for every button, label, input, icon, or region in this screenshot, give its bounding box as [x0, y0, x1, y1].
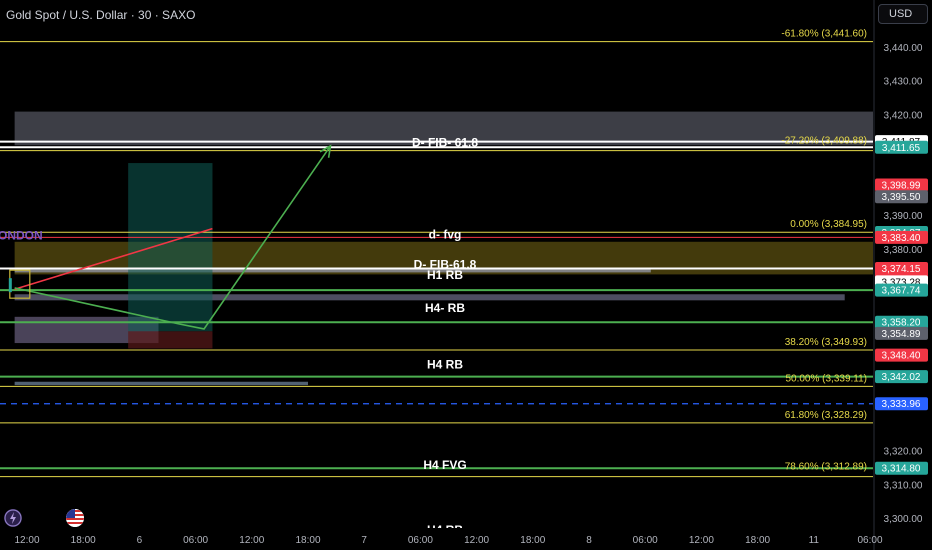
time-tick-label: 11 [809, 535, 820, 546]
price-badge-text: 3,348.40 [882, 351, 921, 362]
time-tick-label: 18:00 [520, 535, 545, 546]
price-badge-text: 3,342.02 [882, 372, 921, 383]
time-tick-label: 18:00 [71, 535, 96, 546]
price-tick-label: 3,300.00 [884, 514, 923, 525]
fib-label: 0.00% (3,384.95) [790, 219, 867, 230]
session-label: ONDON [0, 229, 43, 243]
zone-label: D- FIB- 61.8 [412, 136, 478, 150]
price-badge-text: 3,367.74 [882, 286, 921, 297]
fib-label: 78.60% (3,312.89) [785, 462, 867, 473]
zones-layer [14, 111, 874, 386]
time-tick-label: 7 [361, 535, 367, 546]
zone-label: H4- RB [425, 301, 465, 315]
zone-rect-2 [14, 269, 651, 273]
us-flag-icon[interactable] [66, 509, 84, 527]
time-tick-label: 12:00 [239, 535, 264, 546]
price-tick-label: 3,310.00 [884, 480, 923, 491]
lightning-icon[interactable] [4, 509, 22, 527]
price-axis[interactable]: 3,440.00 3,430.00 3,420.00 3,390.00 3,380.00… [873, 0, 932, 550]
zone-rect-6 [128, 163, 213, 332]
price-badge-text: 3,333.96 [882, 399, 921, 410]
zone-rect-7 [128, 331, 213, 349]
fib-label: 50.00% (3,339.11) [785, 373, 867, 384]
price-tick-label: 3,320.00 [884, 447, 923, 458]
price-badge-text: 3,354.89 [882, 329, 921, 340]
price-badge-text: 3,314.80 [882, 464, 921, 475]
time-tick-label: 8 [586, 535, 592, 546]
price-chart[interactable]: D- FIB- 61.8d- fvgD- FIB-61.8H1 RBH4- RB… [0, 0, 932, 550]
zone-label: H4 RB [427, 357, 463, 371]
price-tick-label: 3,440.00 [884, 43, 923, 54]
price-badge-text: 3,411.65 [882, 143, 921, 154]
time-tick-label: 06:00 [633, 535, 658, 546]
price-tick-label: 3,430.00 [884, 77, 923, 88]
price-badge-text: 3,374.15 [882, 264, 921, 275]
fib-label: 61.80% (3,328.29) [785, 410, 867, 421]
fib-label: -61.80% (3,441.60) [781, 29, 867, 40]
current-candle [8, 278, 12, 293]
time-tick-label: 12:00 [464, 535, 489, 546]
fib-label: 38.20% (3,349.93) [785, 337, 867, 348]
time-axis[interactable]: 12:00 18:00 6 06:00 12:00 18:00 7 06:00 12:00 18:… [0, 528, 883, 550]
price-badge-text: 3,398.99 [882, 180, 921, 191]
fib-label: -27.20% (3,409.88) [781, 135, 867, 146]
price-tick-label: 3,380.00 [884, 245, 923, 256]
time-tick-label: 06:00 [857, 535, 882, 546]
time-axis-bg [0, 528, 873, 550]
zone-label: H4 FVG [423, 458, 466, 472]
time-tick-label: 18:00 [745, 535, 770, 546]
symbol-title: Gold Spot / U.S. Dollar · 30 · SAXO [6, 8, 196, 22]
time-tick-label: 12:00 [14, 535, 39, 546]
zone-rect-5 [14, 381, 309, 386]
time-tick-label: 12:00 [689, 535, 714, 546]
zone-label: d- fvg [429, 227, 462, 241]
currency-button[interactable]: USD [878, 4, 928, 24]
time-tick-label: 18:00 [295, 535, 320, 546]
time-tick-label: 6 [137, 535, 143, 546]
time-tick-label: 06:00 [183, 535, 208, 546]
price-badge-text: 3,395.50 [882, 192, 921, 203]
zone-label: H1 RB [427, 268, 463, 282]
price-tick-label: 3,390.00 [884, 211, 923, 222]
price-tick-label: 3,420.00 [884, 110, 923, 121]
time-tick-label: 06:00 [408, 535, 433, 546]
price-badge-text: 3,383.40 [882, 233, 921, 244]
